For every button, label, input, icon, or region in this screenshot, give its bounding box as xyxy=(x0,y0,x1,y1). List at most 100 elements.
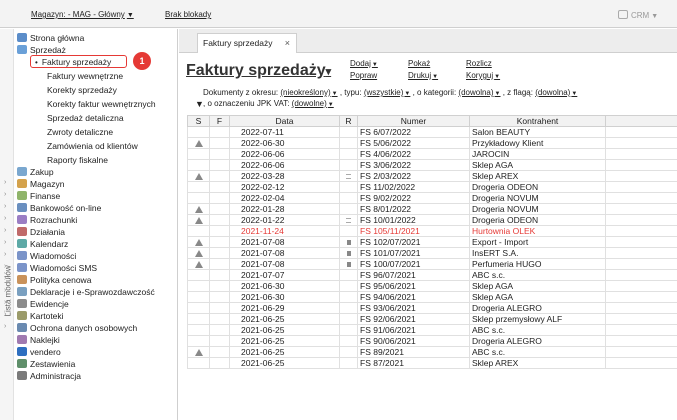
column-header-r[interactable]: R xyxy=(339,115,358,127)
table-row[interactable]: 2022-06-06 FS 3/06/2022 Sklep AGA xyxy=(187,159,677,171)
table-row[interactable]: 2022-02-04 FS 9/02/2022 Drogeria NOVUM xyxy=(187,192,677,204)
sidebar-item[interactable]: Naklejki xyxy=(17,335,60,346)
sidebar-item[interactable]: Zakup xyxy=(17,167,54,178)
sidebar-item[interactable]: Magazyn xyxy=(17,179,65,190)
chevron-right-icon[interactable]: › xyxy=(4,203,6,210)
filter-line-2: , o oznaczeniu JPK VAT: (dowolne)▼ xyxy=(203,99,334,108)
table-row[interactable]: 2022-01-22 FS 10/01/2022 Drogeria ODEON xyxy=(187,214,677,226)
settle-button[interactable]: Rozlicz xyxy=(466,59,492,68)
sidebar-item-label: Bankowość on-line xyxy=(30,203,102,213)
chevron-right-icon[interactable]: › xyxy=(4,227,6,234)
no-locks-link[interactable]: Brak blokady xyxy=(165,10,211,19)
sidebar-item[interactable]: Bankowość on-line xyxy=(17,203,101,214)
table-row[interactable]: 2021-06-25 FS 90/06/2021 Drogeria ALEGRO xyxy=(187,335,677,347)
chevron-right-icon[interactable]: › xyxy=(4,179,6,186)
page-title[interactable]: Faktury sprzedaży▾ xyxy=(186,62,331,80)
sidebar-item[interactable]: Kartoteki xyxy=(17,311,64,322)
warehouse-selector[interactable]: Magazyn: - MAG - Główny ▼ xyxy=(31,10,134,19)
modules-strip[interactable]: Lista modułów xyxy=(0,29,14,420)
chevron-right-icon[interactable]: › xyxy=(4,299,6,306)
sidebar-subitem[interactable]: Korekty faktur wewnętrznych xyxy=(47,99,156,110)
edit-button[interactable]: Popraw xyxy=(350,71,377,80)
actions-icon xyxy=(17,227,27,236)
table-row[interactable]: 2021-06-25 FS 87/2021 Sklep AREX xyxy=(187,357,677,369)
table-row[interactable]: 2022-03-28 FS 2/03/2022 Sklep AREX xyxy=(187,170,677,182)
add-button[interactable]: Dodaj▼ xyxy=(350,59,378,68)
chevron-right-icon[interactable]: › xyxy=(4,287,6,294)
sidebar-item[interactable]: Wiadomości xyxy=(17,251,76,262)
lines-icon xyxy=(346,174,351,179)
sidebar-item[interactable]: Ewidencje xyxy=(17,299,69,310)
show-button[interactable]: Pokaż xyxy=(408,59,430,68)
chevron-right-icon[interactable]: › xyxy=(4,275,6,282)
cell-client: Sklep AGA xyxy=(469,280,606,292)
chevron-right-icon[interactable]: › xyxy=(4,251,6,258)
sidebar-item-label: Sprzedaż xyxy=(30,45,66,55)
column-header-f[interactable]: F xyxy=(209,115,230,127)
type-filter[interactable]: (wszystkie)▼ xyxy=(364,88,411,97)
correct-button[interactable]: Koryguj▼ xyxy=(466,71,500,80)
table-row[interactable]: 2021-06-25 FS 91/06/2021 ABC s.c. xyxy=(187,324,677,336)
table-row[interactable]: 2022-02-12 FS 11/02/2022 Drogeria ODEON xyxy=(187,181,677,193)
table-row[interactable]: 2022-01-28 FS 8/01/2022 Drogeria NOVUM xyxy=(187,203,677,215)
close-icon[interactable]: × xyxy=(285,34,290,53)
cell-flag xyxy=(209,324,230,336)
category-filter[interactable]: (dowolna)▼ xyxy=(458,88,500,97)
chevron-right-icon[interactable]: › xyxy=(4,215,6,222)
sidebar-subitem[interactable]: Zamówienia od klientów xyxy=(47,141,138,152)
sidebar-item[interactable]: Zestawienia xyxy=(17,359,75,370)
sidebar-item[interactable]: Rozrachunki xyxy=(17,215,77,226)
cell-number: FS 105/11/2021 xyxy=(357,225,470,237)
table-row[interactable]: 2021-06-30 FS 94/06/2021 Sklep AGA xyxy=(187,291,677,303)
sidebar-subitem[interactable]: Raporty fiskalne xyxy=(47,155,108,166)
chevron-right-icon[interactable]: › xyxy=(4,239,6,246)
sidebar-item[interactable]: Wiadomości SMS xyxy=(17,263,97,274)
jpk-filter[interactable]: (dowolne)▼ xyxy=(292,99,334,108)
square-icon xyxy=(346,240,351,245)
table-row[interactable]: 2021-06-29 FS 93/06/2021 Drogeria ALEGRO xyxy=(187,302,677,314)
table-row[interactable]: 2021-07-08 FS 102/07/2021 Export - Import xyxy=(187,236,677,248)
table-row[interactable]: 2022-06-30 FS 5/06/2022 Przykładowy Klient xyxy=(187,137,677,149)
column-header-number[interactable]: Numer xyxy=(357,115,470,127)
crm-button[interactable]: CRM ▼ xyxy=(618,10,658,20)
chevron-right-icon[interactable]: › xyxy=(4,311,6,318)
chevron-right-icon[interactable]: › xyxy=(4,191,6,198)
sidebar-item[interactable]: Działania xyxy=(17,227,65,238)
print-button[interactable]: Drukuj▼ xyxy=(408,71,438,80)
sidebar-item[interactable]: Polityka cenowa xyxy=(17,275,91,286)
table-row[interactable]: 2021-11-24 FS 105/11/2021 Hurtownia OLEK xyxy=(187,225,677,237)
table-row[interactable]: 2022-06-06 FS 4/06/2022 JAROCIN xyxy=(187,148,677,160)
sidebar-item[interactable]: Deklaracje i e-Sprawozdawczość xyxy=(17,287,155,298)
warning-icon xyxy=(194,173,203,180)
chevron-right-icon[interactable]: › xyxy=(4,323,6,330)
table-row[interactable]: 2021-07-08 FS 100/07/2021 Perfumeria HUGO xyxy=(187,258,677,270)
table-row[interactable]: 2021-06-30 FS 95/06/2021 Sklep AGA xyxy=(187,280,677,292)
flag-filter[interactable]: (dowolna)▼ xyxy=(535,88,577,97)
sidebar-item[interactable]: Ochrona danych osobowych xyxy=(17,323,137,334)
sidebar-item[interactable]: Kalendarz xyxy=(17,239,68,250)
tab-sales-invoices[interactable]: Faktury sprzedaży × xyxy=(197,33,297,53)
sidebar-item[interactable]: Strona główna xyxy=(17,33,84,44)
table-row[interactable]: 2021-06-25 FS 89/2021 ABC s.c. xyxy=(187,346,677,358)
sidebar-item[interactable]: Finanse xyxy=(17,191,60,202)
cell-r xyxy=(339,346,358,358)
period-filter[interactable]: (nieokreślony)▼ xyxy=(280,88,337,97)
sidebar-subitem[interactable]: Korekty sprzedaży xyxy=(47,85,117,96)
table-row[interactable]: 2021-07-08 FS 101/07/2021 InsERT S.A. xyxy=(187,247,677,259)
sidebar-item[interactable]: vendero xyxy=(17,347,61,358)
filter-toggle-icon[interactable]: ▼ xyxy=(195,99,204,109)
table-row[interactable]: 2022-07-11 FS 6/07/2022 Salon BEAUTY xyxy=(187,126,677,138)
cell-r xyxy=(339,335,358,347)
table-row[interactable]: 2021-07-07 FS 96/07/2021 ABC s.c. xyxy=(187,269,677,281)
sidebar-subitem[interactable]: Zwroty detaliczne xyxy=(47,127,113,138)
square-icon xyxy=(346,262,351,267)
column-header-date[interactable]: Data xyxy=(229,115,340,127)
sidebar-subitem[interactable]: Sprzedaż detaliczna xyxy=(47,113,124,124)
cell-client: Drogeria ALEGRO xyxy=(469,335,606,347)
column-header-s[interactable]: S xyxy=(187,115,210,127)
sidebar-subitem[interactable]: Faktury wewnętrzne xyxy=(47,71,123,82)
column-header-client[interactable]: Kontrahent xyxy=(469,115,606,127)
sidebar-item[interactable]: Administracja xyxy=(17,371,81,382)
chevron-right-icon[interactable]: › xyxy=(4,263,6,270)
table-row[interactable]: 2021-06-25 FS 92/06/2021 Sklep przemysłowy… xyxy=(187,313,677,325)
